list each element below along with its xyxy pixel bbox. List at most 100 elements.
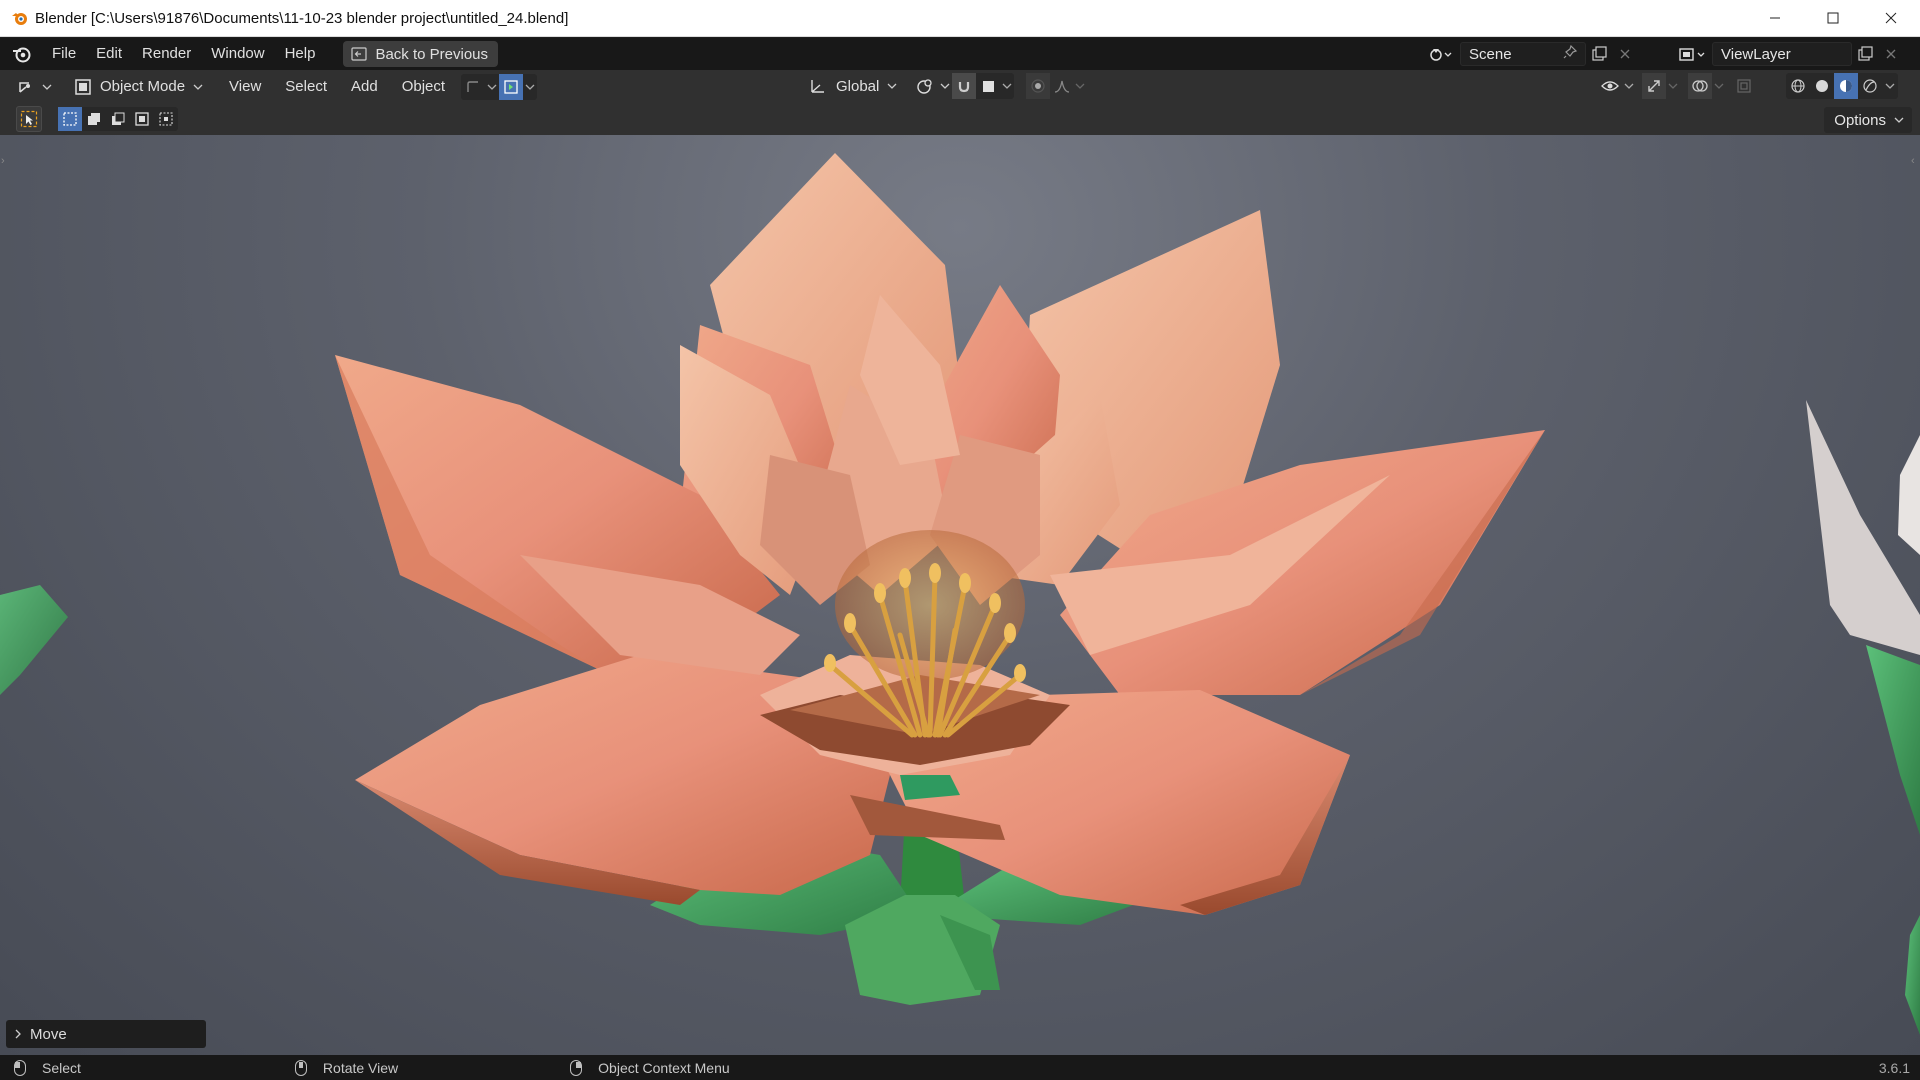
chevron-down-icon	[193, 84, 203, 90]
view-menu[interactable]: View	[219, 74, 271, 100]
material-preview-shading-icon[interactable]	[1834, 73, 1858, 99]
mouse-middle-icon	[294, 1059, 307, 1076]
invert-selection-icon[interactable]	[130, 107, 154, 131]
back-to-previous-label: Back to Previous	[375, 45, 489, 63]
editor-type-dropdown[interactable]	[10, 74, 58, 100]
chevron-down-icon[interactable]	[1074, 73, 1086, 99]
blender-logo-icon[interactable]	[10, 42, 34, 66]
options-label: Options	[1834, 111, 1886, 129]
chevron-down-icon	[42, 84, 52, 90]
visibility-eye-icon[interactable]	[1598, 73, 1622, 99]
visibility-group	[1598, 73, 1756, 99]
flower-render	[0, 153, 1920, 1035]
window-titlebar: Blender [C:\Users\91876\Documents\11-10-…	[0, 0, 1920, 37]
snap-increment-icon[interactable]	[976, 73, 1000, 99]
chevron-right-icon	[15, 1029, 21, 1039]
menu-file[interactable]: File	[42, 41, 86, 67]
scene-selector-icon[interactable]	[1428, 41, 1454, 67]
chevron-down-icon[interactable]	[1712, 73, 1726, 99]
chevron-down-icon[interactable]	[1000, 73, 1014, 99]
snap-group	[952, 73, 1014, 99]
sidebar-expand-handle[interactable]: ‹	[1911, 155, 1919, 169]
overlays-icon[interactable]	[1688, 73, 1712, 99]
rendered-shading-icon[interactable]	[1858, 73, 1882, 99]
remove-scene-icon[interactable]	[1612, 41, 1638, 67]
hint-rotate-label: Rotate View	[322, 1059, 399, 1076]
back-screen-icon	[351, 47, 368, 61]
last-operator-panel[interactable]: Move	[6, 1020, 206, 1048]
blender-topbar: File Edit Render Window Help Back to Pre…	[0, 38, 1920, 70]
subtract-selection-icon[interactable]	[106, 107, 130, 131]
gizmo-toggle-group	[461, 73, 538, 100]
maximize-icon[interactable]	[1804, 0, 1862, 37]
mouse-right-icon	[570, 1059, 583, 1076]
viewport-header: Object Mode View Select Add Object Globa…	[0, 70, 1920, 103]
wireframe-shading-icon[interactable]	[1786, 73, 1810, 99]
scene-name: Scene	[1469, 45, 1512, 63]
axes-icon	[811, 80, 824, 93]
hint-context-menu-label: Object Context Menu	[598, 1059, 730, 1076]
3d-viewport-icon	[19, 81, 30, 93]
object-mode-icon	[75, 78, 91, 95]
options-dropdown[interactable]: Options	[1824, 107, 1912, 133]
xray-toggle-icon[interactable]	[1732, 73, 1756, 99]
scene-name-field[interactable]: Scene	[1460, 42, 1586, 66]
new-view-layer-icon[interactable]	[1852, 41, 1878, 67]
hint-select-label: Select	[42, 1059, 81, 1076]
minimize-icon[interactable]	[1746, 0, 1804, 37]
remove-view-layer-icon[interactable]	[1878, 41, 1904, 67]
chevron-down-icon[interactable]	[1622, 73, 1636, 99]
transform-affect-icon[interactable]	[461, 74, 485, 100]
view-layer-selector-icon[interactable]	[1676, 41, 1710, 67]
extend-selection-icon[interactable]	[82, 107, 106, 131]
intersect-selection-icon[interactable]	[154, 107, 178, 131]
tool-settings-row: Options	[0, 103, 1920, 135]
selection-mode-group	[58, 107, 178, 131]
gizmo-toggle-icon[interactable]	[1642, 73, 1666, 99]
falloff-curve-icon[interactable]	[1050, 73, 1074, 99]
chevron-down-icon	[887, 83, 897, 89]
solid-shading-icon[interactable]	[1810, 73, 1834, 99]
close-icon[interactable]	[1862, 0, 1920, 37]
hint-select: Select	[14, 1059, 81, 1076]
chevron-down-icon[interactable]	[1666, 73, 1680, 99]
shading-mode-group	[1786, 73, 1898, 99]
select-box-tool-icon	[20, 110, 38, 128]
3d-viewport[interactable]: › ‹	[0, 135, 1920, 1055]
active-tool-select-box[interactable]	[16, 106, 42, 132]
set-new-selection-icon[interactable]	[58, 107, 82, 131]
view-layer-field[interactable]: ViewLayer	[1712, 42, 1852, 66]
mode-dropdown[interactable]: Object Mode	[68, 74, 209, 100]
window-title: Blender [C:\Users\91876\Documents\11-10-…	[35, 9, 569, 27]
chevron-down-icon[interactable]	[1882, 73, 1898, 99]
menu-edit[interactable]: Edit	[86, 41, 132, 67]
mode-label: Object Mode	[100, 78, 186, 95]
menu-render[interactable]: Render	[132, 41, 201, 67]
status-bar: Select Rotate View Object Context Menu 3…	[0, 1055, 1920, 1080]
add-menu[interactable]: Add	[341, 74, 388, 100]
last-operator-label: Move	[30, 1025, 67, 1043]
hint-context-menu: Object Context Menu	[570, 1059, 730, 1076]
proportional-edit-icon[interactable]	[1026, 73, 1050, 99]
back-to-previous-button[interactable]: Back to Previous	[343, 41, 499, 67]
snap-target-icon[interactable]	[499, 73, 524, 100]
pin-icon[interactable]	[1563, 44, 1578, 63]
new-scene-icon[interactable]	[1586, 41, 1612, 67]
toolbar-expand-handle[interactable]: ›	[1, 155, 9, 169]
pivot-point-dropdown[interactable]	[910, 73, 956, 99]
menu-help[interactable]: Help	[275, 41, 326, 67]
chevron-down-icon[interactable]	[485, 74, 499, 100]
blender-app-icon	[10, 8, 30, 28]
menu-window[interactable]: Window	[201, 41, 274, 67]
orientation-label: Global	[836, 77, 880, 95]
object-menu[interactable]: Object	[392, 74, 455, 100]
pivot-icon	[917, 79, 932, 94]
snap-magnet-icon[interactable]	[952, 73, 976, 99]
mouse-left-icon	[14, 1059, 26, 1076]
chevron-down-icon[interactable]	[523, 74, 537, 100]
transform-orientation-dropdown[interactable]: Global	[802, 73, 903, 99]
blender-version: 3.6.1	[1878, 1059, 1910, 1076]
proportional-edit-group	[1026, 73, 1086, 99]
chevron-down-icon	[1894, 117, 1904, 123]
select-menu[interactable]: Select	[275, 74, 337, 100]
